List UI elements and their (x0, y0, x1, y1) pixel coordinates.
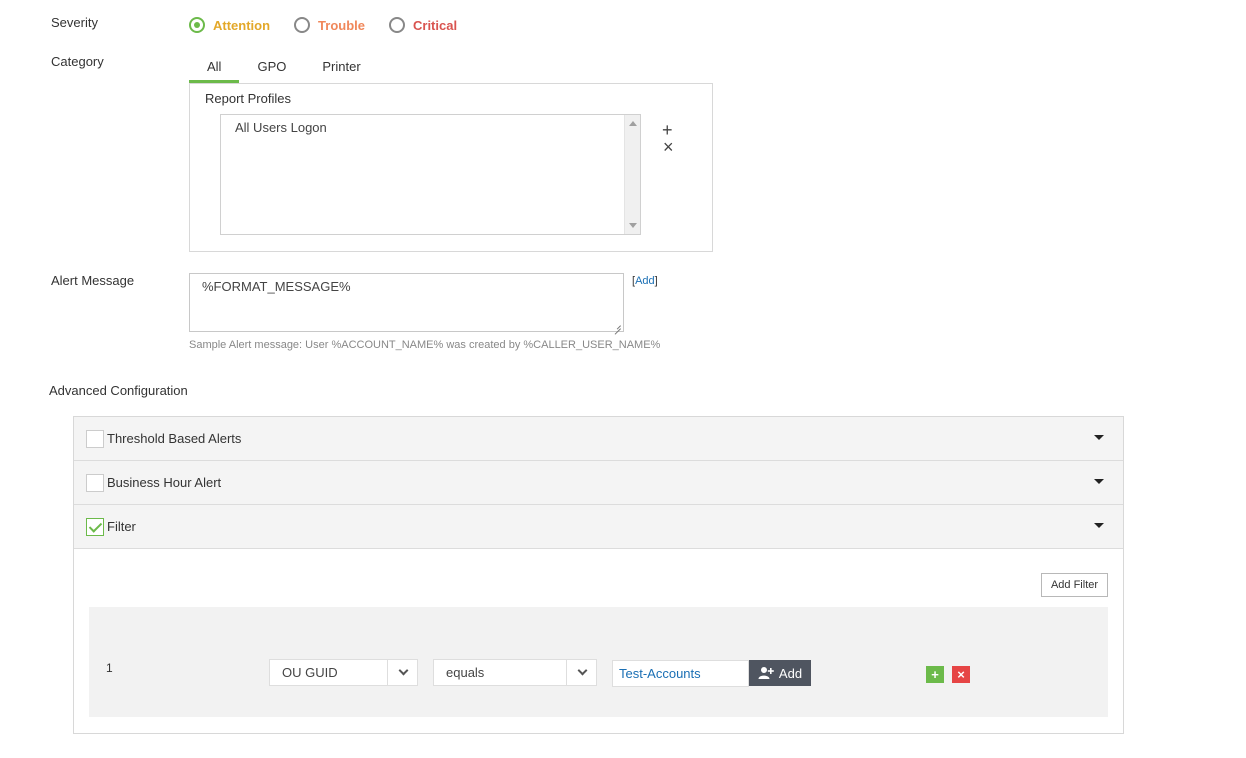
filter-value-text: Test-Accounts (619, 666, 701, 681)
alert-message-textarea[interactable]: %FORMAT_MESSAGE% (189, 273, 624, 332)
tab-gpo[interactable]: GPO (239, 55, 304, 83)
radio-unselected-icon (294, 17, 311, 33)
caret-down-icon[interactable] (1094, 435, 1104, 440)
scroll-down-icon[interactable] (629, 223, 637, 228)
remove-row-icon[interactable]: × (952, 666, 970, 683)
list-scrollbar[interactable] (624, 115, 640, 234)
filter-operator-select[interactable]: equals (433, 659, 597, 686)
severity-attention-label: Attention (213, 17, 271, 33)
tab-all[interactable]: All (189, 55, 240, 83)
remove-profile-icon[interactable]: × (663, 138, 674, 156)
filter-value-input[interactable]: Test-Accounts (612, 660, 749, 687)
alert-message-value: %FORMAT_MESSAGE% (202, 279, 351, 294)
business-hour-checkbox[interactable] (86, 473, 104, 492)
chevron-down-icon (398, 665, 409, 676)
caret-down-icon[interactable] (1094, 479, 1104, 484)
alert-message-label: Alert Message (51, 273, 135, 288)
filter-row-number: 1 (106, 661, 113, 675)
section-business-hour-alert[interactable]: Business Hour Alert (74, 461, 1123, 505)
section-title: Filter (107, 519, 136, 534)
threshold-checkbox[interactable] (86, 429, 104, 448)
severity-option-critical[interactable]: Critical (389, 17, 457, 33)
report-profiles-label: Report Profiles (205, 91, 291, 106)
severity-option-attention[interactable]: Attention (189, 17, 270, 33)
filter-checkbox[interactable] (86, 517, 104, 536)
category-tabs: All GPO Printer (189, 55, 379, 83)
add-value-label: Add (778, 665, 803, 681)
severity-trouble-label: Trouble (318, 17, 365, 33)
select-divider (387, 660, 388, 685)
category-label: Category (51, 54, 104, 69)
section-threshold-alerts[interactable]: Threshold Based Alerts (74, 417, 1123, 461)
severity-critical-label: Critical (413, 17, 458, 33)
list-item[interactable]: All Users Logon (235, 120, 327, 135)
caret-down-icon[interactable] (1094, 523, 1104, 528)
chevron-down-icon (577, 665, 588, 676)
severity-radio-group: Attention Trouble Critical (189, 15, 481, 35)
tab-printer[interactable]: Printer (304, 55, 378, 83)
add-filter-button[interactable]: Add Filter (1041, 573, 1108, 597)
add-value-button[interactable]: Add (749, 660, 811, 686)
select-divider (566, 660, 567, 685)
resize-handle-icon[interactable] (613, 321, 621, 329)
filter-field-select[interactable]: OU GUID (269, 659, 418, 686)
filter-field-value: OU GUID (282, 665, 338, 680)
advanced-configuration-label: Advanced Configuration (49, 383, 188, 398)
add-user-icon (758, 667, 774, 679)
report-profiles-list[interactable]: All Users Logon (220, 114, 641, 235)
section-filter[interactable]: Filter (74, 505, 1123, 549)
sample-alert-hint: Sample Alert message: User %ACCOUNT_NAME… (189, 339, 661, 351)
radio-selected-icon (189, 17, 205, 33)
section-title: Business Hour Alert (107, 475, 222, 490)
radio-unselected-icon (389, 17, 405, 33)
add-row-icon[interactable]: + (926, 666, 944, 683)
filter-operator-value: equals (446, 665, 485, 680)
add-macro-link[interactable]: Add (635, 275, 655, 287)
severity-option-trouble[interactable]: Trouble (294, 17, 365, 33)
filter-rows-area (89, 607, 1108, 717)
bracket-close: ] (654, 275, 658, 287)
section-title: Threshold Based Alerts (107, 431, 242, 446)
add-macro-link-wrapper: [Add] (632, 275, 658, 287)
scroll-up-icon[interactable] (629, 121, 637, 126)
severity-label: Severity (51, 15, 98, 30)
